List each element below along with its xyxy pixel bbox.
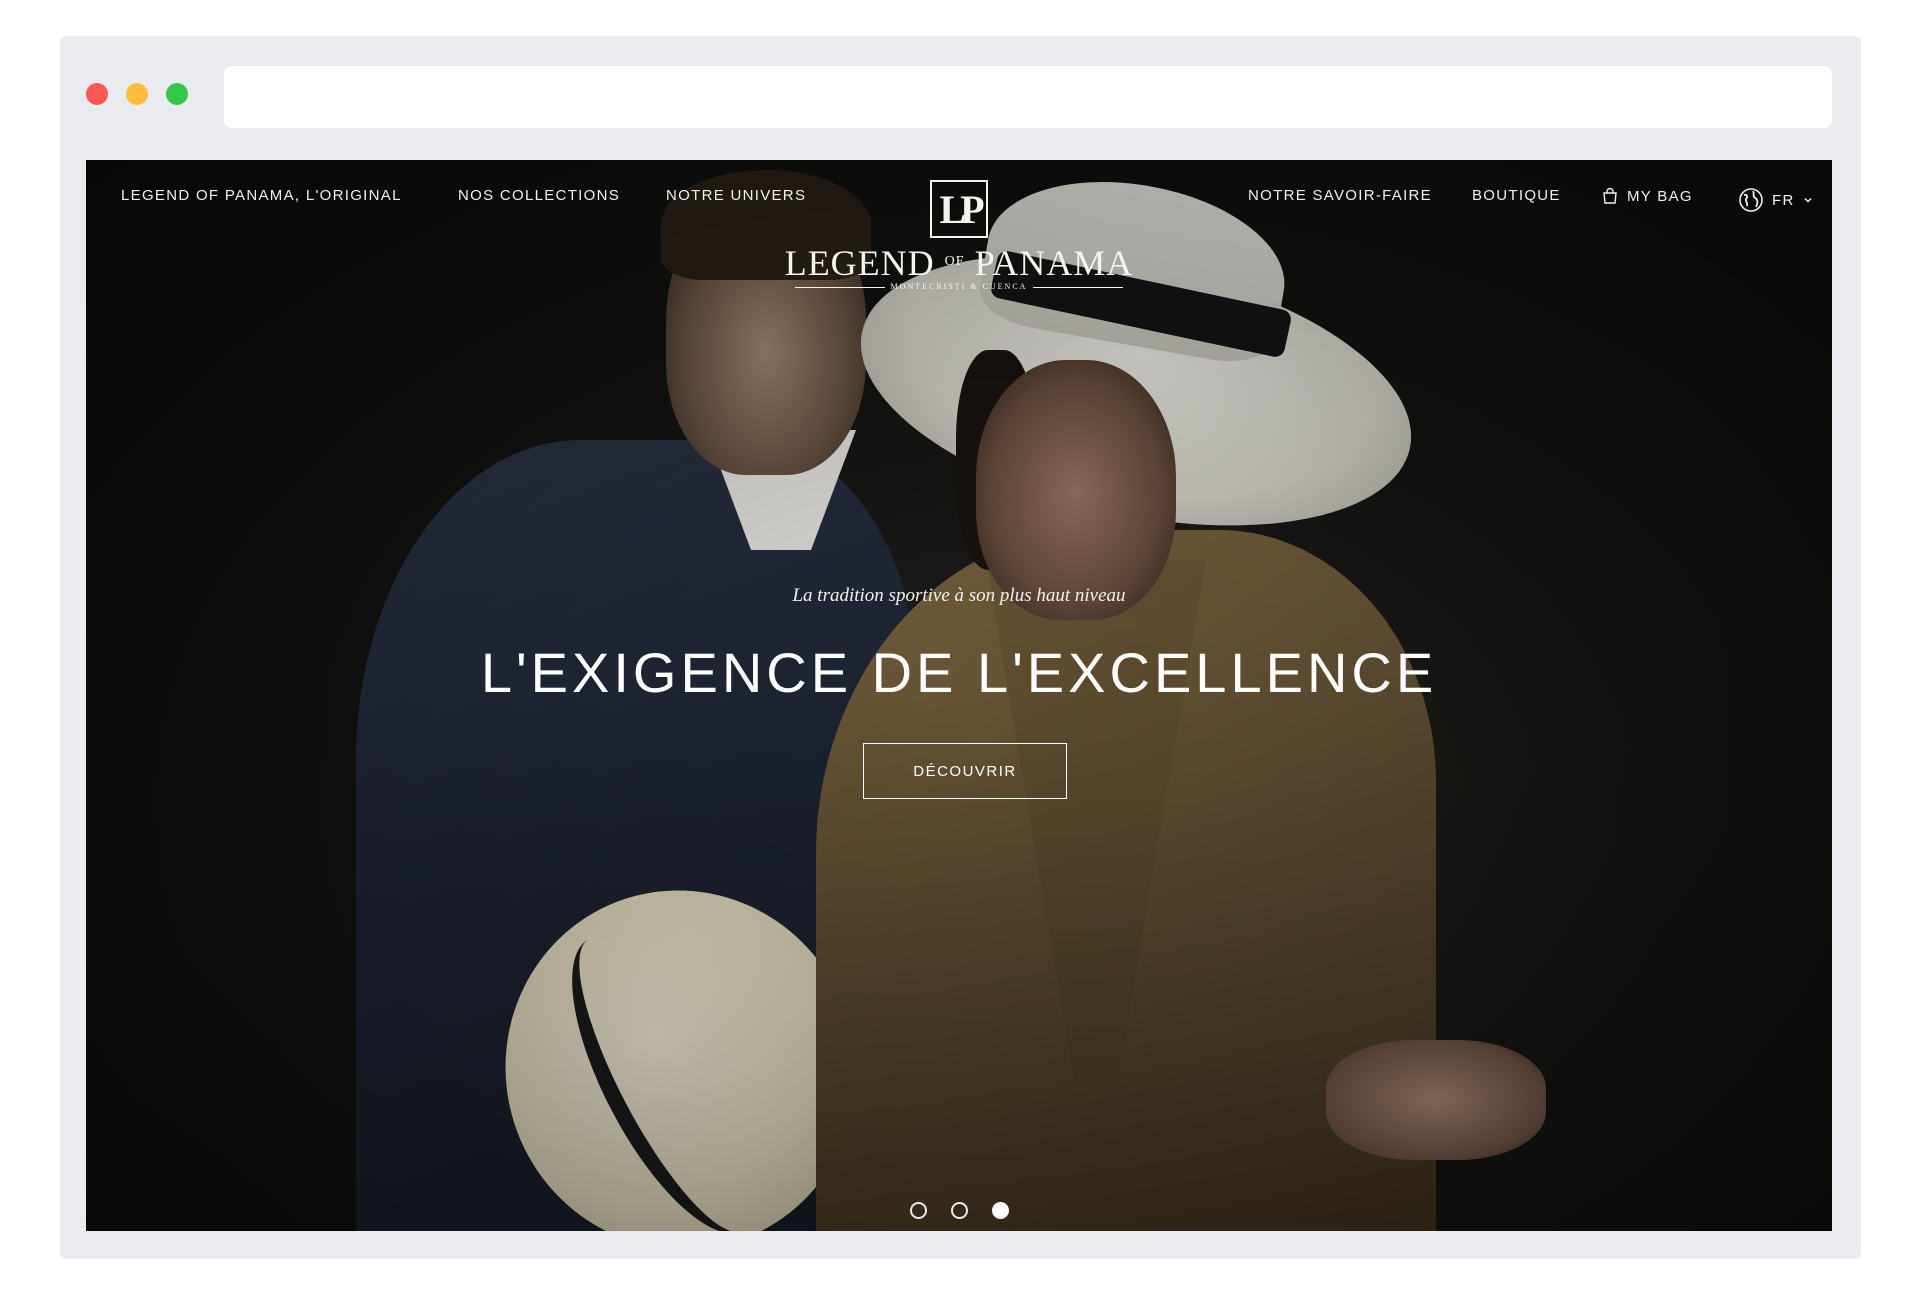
close-window-button[interactable] (86, 83, 108, 105)
logo-rule-left (794, 286, 885, 288)
hero-headline: L'EXIGENCE DE L'EXCELLENCE (480, 641, 1438, 704)
minimize-window-button[interactable] (126, 83, 148, 105)
carousel-dot-1[interactable] (909, 1202, 927, 1219)
carousel-dot-2[interactable] (950, 1202, 968, 1219)
browser-window: LEGEND OF PANAMA, L'ORIGINAL NOS COLLECT… (60, 36, 1861, 1259)
logo-name-of: OF (944, 254, 965, 269)
logo-monogram: LP (930, 180, 988, 238)
logo-subtitle-row: MONTECRISTI & CUENCA (86, 282, 1832, 291)
hero-section: LEGEND OF PANAMA, L'ORIGINAL NOS COLLECT… (86, 160, 1832, 1231)
maximize-window-button[interactable] (166, 83, 188, 105)
logo-rule-right (1033, 286, 1124, 288)
logo-name-right: PANAMA (974, 243, 1134, 283)
hero-tagline: La tradition sportive à son plus haut ni… (792, 585, 1126, 606)
discover-button[interactable]: DÉCOUVRIR (863, 743, 1067, 799)
logo-name-left: LEGEND (784, 243, 935, 283)
address-bar[interactable] (224, 66, 1832, 128)
logo-wordmark: LEGEND OF PANAMA (86, 242, 1832, 284)
logo-subtitle: MONTECRISTI & CUENCA (890, 282, 1028, 291)
carousel-dot-3[interactable] (991, 1202, 1009, 1219)
brand-logo[interactable]: LP LEGEND OF PANAMA MONTECRISTI & CUENCA (86, 180, 1832, 291)
window-controls (86, 83, 188, 105)
carousel-pagination (86, 1202, 1832, 1219)
